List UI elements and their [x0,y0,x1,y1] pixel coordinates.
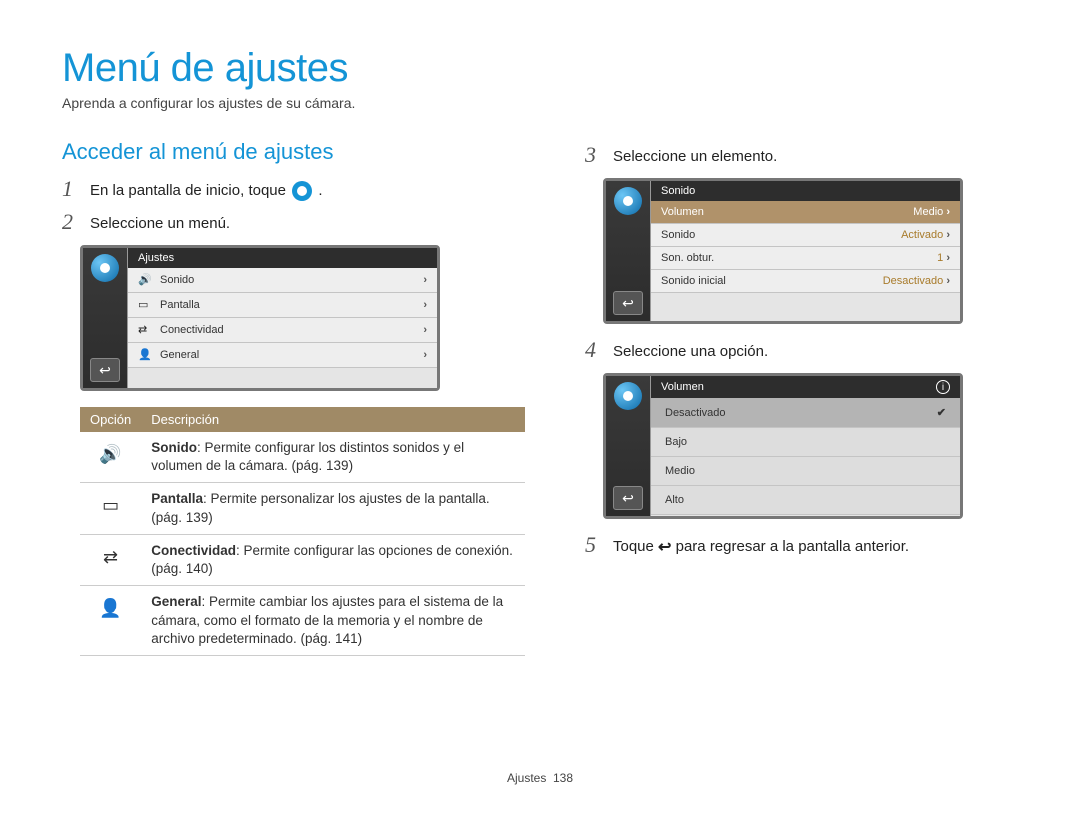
step-5: 5 Toque ↩ para regresar a la pantalla an… [585,535,1020,559]
display-icon: ▭ [80,483,141,534]
step-4: 4 Seleccione una opción. [585,340,1020,363]
general-icon: 👤 [80,586,141,656]
connect-icon: ⇄ [138,323,152,337]
step-1-text-a: En la pantalla de inicio, toque [90,182,290,199]
step-3: 3 Seleccione un elemento. [585,145,1020,168]
step-number: 2 [62,212,80,232]
menu-row-conectividad[interactable]: ⇄Conectividad › [128,318,437,343]
option-alto[interactable]: Alto [651,486,960,515]
connect-icon: ⇄ [80,534,141,585]
option-medio[interactable]: Medio [651,457,960,486]
display-icon: ▭ [138,298,152,312]
intro-text: Aprenda a configurar los ajustes de su c… [62,95,1020,111]
chevron-right-icon: › [946,275,950,287]
setting-row-sonido[interactable]: Sonido Activado › [651,224,960,247]
options-description-table: Opción Descripción 🔊 Sonido: Permite con… [80,407,525,656]
check-icon: ✔ [937,406,946,419]
step-number: 3 [585,145,603,165]
step-number: 4 [585,340,603,360]
gear-icon[interactable] [91,254,119,282]
page-footer: Ajustes 138 [0,771,1080,785]
device-screen-volumen: ↩ Volumen i Desactivado ✔ Bajo Medio Alt… [603,373,963,519]
step-1: 1 En la pantalla de inicio, toque . [62,179,525,202]
device-header: Volumen i [651,376,960,398]
sound-icon: 🔊 [80,432,141,483]
gear-icon[interactable] [614,382,642,410]
settings-gear-icon [292,181,312,201]
left-column: Acceder al menú de ajustes 1 En la panta… [62,139,525,656]
info-icon[interactable]: i [936,380,950,394]
chevron-right-icon: › [423,349,427,361]
back-icon: ↩ [658,537,671,559]
chevron-right-icon: › [423,299,427,311]
step-5-text-a: Toque [613,538,658,555]
back-button[interactable]: ↩ [613,486,643,510]
table-header-desc: Descripción [141,407,525,432]
step-3-text: Seleccione un elemento. [613,145,1020,168]
table-row: ⇄ Conectividad: Permite configurar las o… [80,534,525,585]
chevron-right-icon: › [946,229,950,241]
sound-icon: 🔊 [138,273,152,287]
setting-row-obturador[interactable]: Son. obtur. 1 › [651,247,960,270]
option-bajo[interactable]: Bajo [651,428,960,457]
step-1-text-b: . [318,182,322,199]
chevron-right-icon: › [423,324,427,336]
step-number: 1 [62,179,80,199]
device-sidebar: ↩ [606,376,650,516]
section-heading: Acceder al menú de ajustes [62,139,525,165]
device-screen-sonido: ↩ Sonido Volumen Medio › Sonido Activado… [603,178,963,324]
step-5-text-b: para regresar a la pantalla anterior. [676,538,909,555]
back-button[interactable]: ↩ [613,291,643,315]
right-column: 3 Seleccione un elemento. ↩ Sonido Volum… [585,139,1020,656]
menu-row-sonido[interactable]: 🔊Sonido › [128,268,437,293]
step-2: 2 Seleccione un menú. [62,212,525,235]
step-number: 5 [585,535,603,555]
gear-icon[interactable] [614,187,642,215]
device-header: Sonido [651,181,960,201]
table-row: 🔊 Sonido: Permite configurar los distint… [80,432,525,483]
option-desactivado[interactable]: Desactivado ✔ [651,398,960,428]
table-row: ▭ Pantalla: Permite personalizar los aju… [80,483,525,534]
step-2-text: Seleccione un menú. [90,212,525,235]
chevron-right-icon: › [423,274,427,286]
chevron-right-icon: › [946,252,950,264]
device-sidebar: ↩ [606,181,650,321]
menu-row-pantalla[interactable]: ▭Pantalla › [128,293,437,318]
menu-row-general[interactable]: 👤General › [128,343,437,368]
chevron-right-icon: › [946,206,950,218]
table-row: 👤 General: Permite cambiar los ajustes p… [80,586,525,656]
step-4-text: Seleccione una opción. [613,340,1020,363]
device-header: Ajustes [128,248,437,268]
setting-row-volumen[interactable]: Volumen Medio › [651,201,960,224]
device-screen-ajustes: ↩ Ajustes 🔊Sonido › ▭Pantalla › ⇄Conecti… [80,245,440,391]
device-sidebar: ↩ [83,248,127,388]
back-button[interactable]: ↩ [90,358,120,382]
general-icon: 👤 [138,348,152,362]
table-header-option: Opción [80,407,141,432]
page-title: Menú de ajustes [62,46,1020,91]
setting-row-inicial[interactable]: Sonido inicial Desactivado › [651,270,960,293]
